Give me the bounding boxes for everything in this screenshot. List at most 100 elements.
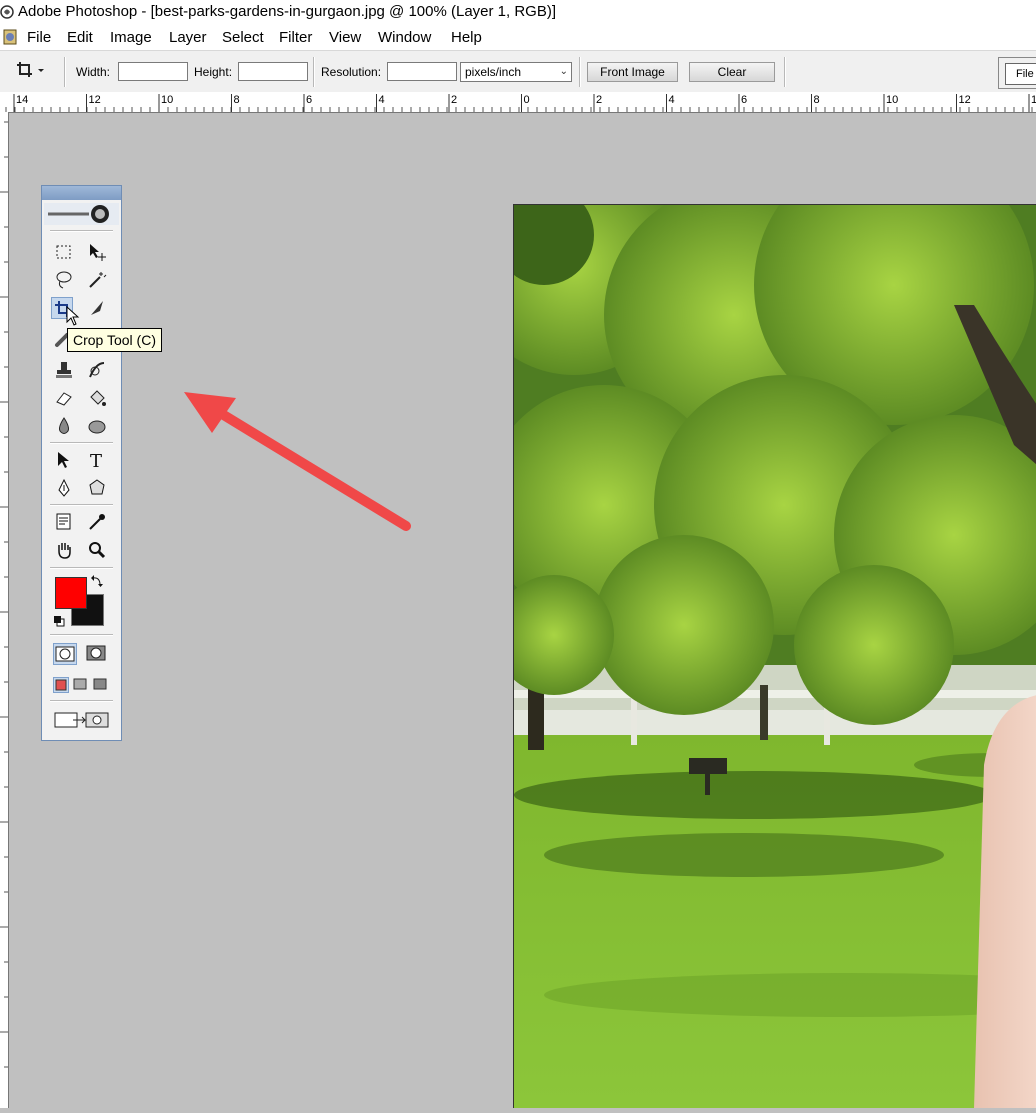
front-image-button[interactable]: Front Image — [587, 62, 678, 82]
ruler-label: 12 — [89, 94, 101, 106]
window-title: Adobe Photoshop - [best-parks-gardens-in… — [18, 3, 557, 20]
zoom-tool[interactable] — [86, 539, 108, 561]
crop-icon — [17, 62, 44, 77]
hand-icon — [58, 543, 71, 559]
shape-tool[interactable] — [86, 477, 108, 499]
full-screen-mode-button[interactable] — [93, 677, 109, 693]
ruler-label: 6 — [741, 94, 747, 106]
mouse-cursor-icon — [66, 306, 80, 326]
stamp-icon — [56, 362, 72, 378]
swap-colors-icon[interactable] — [90, 574, 104, 588]
path-selection-icon — [58, 452, 69, 468]
menu-filter[interactable]: Filter — [279, 29, 312, 46]
type-tool[interactable]: T — [86, 449, 108, 471]
standard-mode-button[interactable] — [53, 643, 77, 665]
imageready-icon — [54, 712, 109, 728]
resolution-units-value: pixels/inch — [465, 65, 522, 79]
ruler-label: 2 — [596, 94, 602, 106]
horizontal-ruler[interactable]: 14 12 10 8 6 4 2 0 2 4 6 8 10 12 14 — [0, 92, 1036, 113]
eyedropper-tool[interactable] — [86, 511, 108, 533]
paint-bucket-tool[interactable] — [86, 387, 108, 409]
resolution-field[interactable] — [387, 62, 457, 81]
full-screen-menu-mode-button[interactable] — [73, 677, 89, 693]
ruler-label: 14 — [16, 94, 28, 106]
menu-window[interactable]: Window — [378, 29, 431, 46]
type-icon: T — [90, 451, 102, 471]
crop-tool-tooltip: Crop Tool (C) — [67, 328, 162, 352]
ruler-label: 0 — [524, 94, 530, 106]
ruler-label: 10 — [886, 94, 898, 106]
menu-image[interactable]: Image — [110, 29, 152, 46]
jump-to-imageready-button[interactable] — [53, 708, 111, 732]
magic-wand-tool[interactable] — [86, 269, 108, 291]
dodge-tool[interactable] — [86, 415, 108, 437]
eyedropper-icon — [89, 514, 105, 530]
marquee-tool[interactable] — [53, 241, 75, 263]
ruler-label: 14 — [1031, 94, 1036, 106]
title-bar: Adobe Photoshop - [best-parks-gardens-in… — [0, 0, 1036, 26]
chevron-down-icon: ⌄ — [559, 66, 568, 77]
ruler-label: 6 — [306, 94, 312, 106]
ruler-label: 10 — [161, 94, 173, 106]
adobe-online-logo[interactable] — [44, 203, 119, 225]
hand-tool[interactable] — [53, 539, 75, 561]
pen-icon — [58, 478, 70, 497]
move-icon — [90, 244, 106, 261]
polygon-icon — [89, 479, 105, 495]
history-brush-icon — [89, 362, 105, 378]
menu-file[interactable]: File — [27, 29, 51, 46]
document-photo[interactable] — [513, 204, 1036, 1108]
paint-bucket-icon — [90, 390, 106, 406]
document-icon[interactable] — [2, 28, 18, 46]
marquee-icon — [56, 245, 71, 259]
palette-well-file-tab[interactable]: File — [1005, 63, 1036, 85]
height-label: Height: — [194, 65, 233, 79]
height-field[interactable] — [238, 62, 308, 81]
quick-mask-button[interactable] — [85, 643, 109, 665]
menu-edit[interactable]: Edit — [67, 29, 93, 46]
clone-stamp-tool[interactable] — [53, 359, 75, 381]
slice-tool[interactable] — [86, 297, 108, 319]
toolbox-titlebar[interactable] — [42, 186, 121, 200]
slice-icon — [91, 301, 103, 315]
move-tool[interactable] — [86, 241, 108, 263]
default-colors-icon[interactable] — [53, 615, 65, 627]
ruler-ticks: 14 12 10 8 6 4 2 0 2 4 6 8 10 12 14 — [5, 94, 1036, 112]
standard-screen-mode-button[interactable] — [53, 677, 69, 693]
palette-well: File — [998, 57, 1036, 89]
pen-tool[interactable] — [53, 477, 75, 499]
ruler-label: 2 — [451, 94, 457, 106]
photoshop-app-icon — [0, 5, 14, 19]
vertical-ruler-ticks — [0, 121, 8, 1068]
resolution-label: Resolution: — [321, 65, 382, 79]
menu-layer[interactable]: Layer — [169, 29, 207, 46]
lasso-tool[interactable] — [53, 269, 75, 291]
width-field[interactable] — [118, 62, 188, 81]
svg-text:T: T — [90, 451, 102, 471]
sponge-icon — [88, 420, 106, 434]
menu-select[interactable]: Select — [222, 29, 264, 46]
width-label: Width: — [76, 65, 111, 79]
ruler-label: 4 — [669, 94, 675, 106]
magnifier-icon — [89, 542, 106, 559]
eraser-tool[interactable] — [53, 387, 75, 409]
menu-view[interactable]: View — [329, 29, 361, 46]
eraser-icon — [56, 392, 72, 406]
notes-icon — [56, 513, 71, 530]
park-photo-image — [514, 205, 1036, 1108]
magic-wand-icon — [89, 272, 107, 288]
ruler-label: 12 — [959, 94, 971, 106]
clear-button[interactable]: Clear — [689, 62, 775, 82]
blur-tool[interactable] — [53, 415, 75, 437]
menu-help[interactable]: Help — [451, 29, 482, 46]
ruler-label: 4 — [379, 94, 385, 106]
lasso-icon — [56, 271, 72, 289]
vertical-ruler[interactable] — [0, 112, 9, 1108]
history-brush-tool[interactable] — [86, 359, 108, 381]
notes-tool[interactable] — [53, 511, 75, 533]
path-selection-tool[interactable] — [53, 449, 75, 471]
tool-preset-picker[interactable] — [14, 59, 44, 81]
toolbox-palette: T — [41, 185, 122, 741]
resolution-units-select[interactable]: pixels/inch ⌄ — [460, 62, 572, 82]
foreground-color-swatch[interactable] — [55, 577, 87, 609]
